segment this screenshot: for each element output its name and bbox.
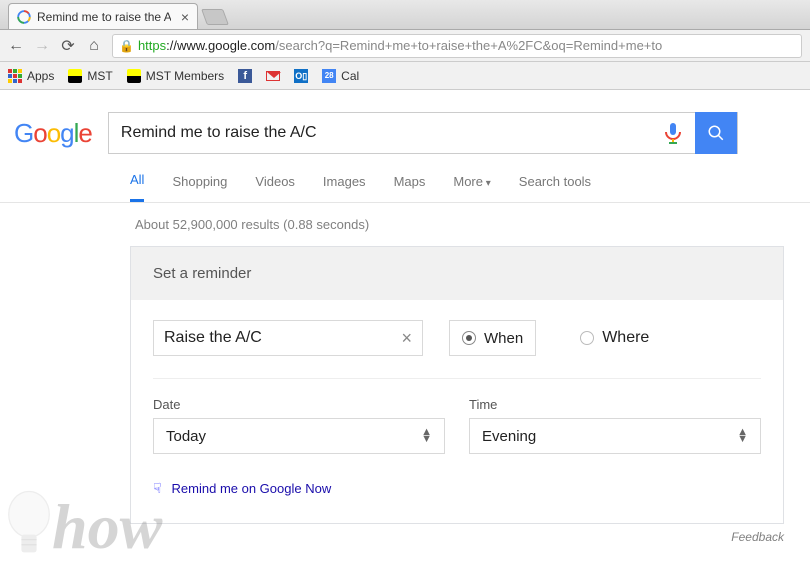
search-nav: All Shopping Videos Images Maps More Sea…: [0, 154, 810, 203]
time-select[interactable]: Evening ▲▼: [469, 418, 761, 454]
when-label: When: [484, 330, 523, 347]
mic-icon[interactable]: [661, 121, 685, 145]
when-radio[interactable]: When: [449, 320, 536, 356]
gmail-icon: [266, 71, 280, 81]
bookmark-bar: Apps MST MST Members f O▯ 28 Cal: [0, 62, 810, 90]
result-stats: About 52,900,000 results (0.88 seconds): [0, 203, 810, 246]
facebook-icon: f: [238, 69, 252, 83]
reminder-text-field[interactable]: ×: [153, 320, 423, 356]
nav-all[interactable]: All: [130, 172, 144, 202]
mst-icon: [127, 69, 141, 83]
stepper-icon: ▲▼: [421, 429, 432, 443]
forward-button: →: [34, 37, 50, 55]
date-label: Date: [153, 397, 445, 412]
mst-members-bookmark[interactable]: MST Members: [127, 69, 224, 83]
mst-icon: [68, 69, 82, 83]
google-now-icon: ☟: [153, 480, 162, 497]
radio-dot-icon: [580, 331, 594, 345]
google-logo[interactable]: Google: [14, 118, 92, 149]
radio-dot-icon: [462, 331, 476, 345]
time-value: Evening: [482, 428, 536, 445]
url-path: /search?q=Remind+me+to+raise+the+A%2FC&o…: [275, 38, 662, 53]
apps-bookmark[interactable]: Apps: [8, 69, 54, 83]
feedback-link[interactable]: Feedback: [0, 524, 810, 544]
mst-bookmark[interactable]: MST: [68, 69, 112, 83]
reload-button[interactable]: ⟳: [60, 36, 76, 56]
search-button[interactable]: [695, 112, 737, 154]
google-now-link[interactable]: Remind me on Google Now: [172, 481, 332, 496]
close-tab-icon[interactable]: ×: [181, 9, 189, 25]
browser-tab[interactable]: Remind me to raise the A/ ×: [8, 3, 198, 29]
where-label: Where: [602, 329, 649, 347]
back-button[interactable]: ←: [8, 37, 24, 55]
calendar-bookmark[interactable]: 28 Cal: [322, 69, 359, 83]
outlook-icon: O▯: [294, 69, 308, 83]
home-button[interactable]: ⌂: [86, 37, 102, 55]
browser-tab-strip: Remind me to raise the A/ ×: [0, 0, 810, 30]
clear-icon[interactable]: ×: [401, 328, 412, 349]
lock-icon: 🔒: [119, 39, 134, 53]
reminder-card: Set a reminder × When Where Date Today ▲…: [130, 246, 784, 524]
search-input[interactable]: [109, 124, 661, 142]
search-box: [108, 112, 738, 154]
reminder-text-input[interactable]: [164, 329, 401, 347]
outlook-bookmark[interactable]: O▯: [294, 69, 308, 83]
calendar-label: Cal: [341, 69, 359, 83]
google-favicon: [17, 10, 31, 24]
google-header: Google: [0, 90, 810, 154]
nav-search-tools[interactable]: Search tools: [519, 174, 591, 201]
calendar-icon: 28: [322, 69, 336, 83]
tab-title: Remind me to raise the A/: [37, 10, 171, 24]
reminder-card-header: Set a reminder: [131, 247, 783, 300]
browser-toolbar: ← → ⟳ ⌂ 🔒 https://www.google.com/search?…: [0, 30, 810, 62]
nav-images[interactable]: Images: [323, 174, 366, 201]
search-icon: [707, 124, 725, 142]
apps-icon: [8, 69, 22, 83]
where-radio[interactable]: Where: [580, 320, 649, 356]
url-scheme: https: [138, 38, 166, 53]
address-bar[interactable]: 🔒 https://www.google.com/search?q=Remind…: [112, 34, 802, 58]
new-tab-button[interactable]: [201, 9, 229, 25]
mst-members-label: MST Members: [146, 69, 224, 83]
apps-label: Apps: [27, 69, 54, 83]
url-host: ://www.google.com: [166, 38, 275, 53]
stepper-icon: ▲▼: [737, 429, 748, 443]
nav-maps[interactable]: Maps: [394, 174, 426, 201]
mst-label: MST: [87, 69, 112, 83]
nav-shopping[interactable]: Shopping: [172, 174, 227, 201]
gmail-bookmark[interactable]: [266, 71, 280, 81]
nav-videos[interactable]: Videos: [255, 174, 295, 201]
date-value: Today: [166, 428, 206, 445]
divider: [153, 378, 761, 379]
date-select[interactable]: Today ▲▼: [153, 418, 445, 454]
nav-more[interactable]: More: [453, 174, 490, 201]
facebook-bookmark[interactable]: f: [238, 69, 252, 83]
time-label: Time: [469, 397, 761, 412]
